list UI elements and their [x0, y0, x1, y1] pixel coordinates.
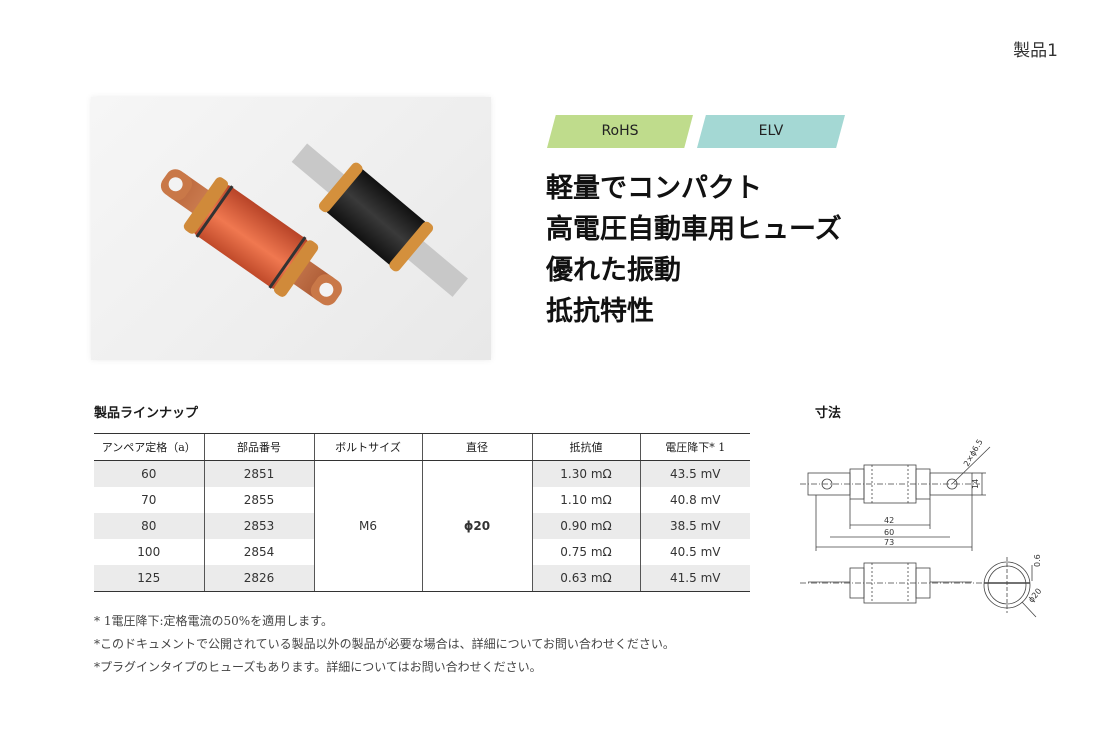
cell-resistance: 1.10 mΩ [531, 487, 640, 513]
dim-73: 73 [884, 538, 894, 547]
header-part: 部品番号 [203, 433, 314, 461]
cell-drop: 40.5 mV [639, 539, 750, 565]
header-ampere: アンペア定格（a） [94, 433, 204, 461]
notes: * 1電圧降下:定格電流の50%を適用します。 *このドキュメントで公開されてい… [94, 610, 675, 679]
cell-drop: 38.5 mV [639, 513, 750, 539]
dim-thickness: 0.6 [1033, 554, 1042, 567]
cell-part: 2853 [203, 513, 314, 539]
dim-diameter: ϕ20 [1027, 587, 1044, 605]
lineup-table: アンペア定格（a） 部品番号 ボルトサイズ 直径 抵抗値 電圧降下* 1 60 … [94, 433, 750, 592]
lineup-title: 製品ラインナップ [94, 406, 199, 421]
cell-part: 2854 [203, 539, 314, 565]
cell-drop: 41.5 mV [639, 565, 750, 592]
cell-ampere: 100 [137, 545, 161, 559]
cell-resistance: 1.30 mΩ [531, 460, 640, 487]
table-row: 60 2851 M6 ϕ20 1.30 mΩ 43.5 mV [94, 460, 750, 592]
dimension-drawing: 42 60 73 14 2×ϕ6.5 0.6 ϕ20 [800, 438, 1044, 618]
dim-42: 42 [884, 516, 894, 525]
cell-part: 2851 [203, 460, 314, 487]
cell-drop: 40.8 mV [639, 487, 750, 513]
headline-line: 優れた振動 [546, 255, 681, 286]
header-bolt: ボルトサイズ [313, 433, 422, 461]
header-resistance: 抵抗値 [531, 433, 640, 461]
cell-resistance: 0.90 mΩ [531, 513, 640, 539]
cell-drop: 43.5 mV [639, 460, 750, 487]
dim-60: 60 [884, 528, 894, 537]
elv-badge: ELV [697, 115, 845, 148]
cell-ampere: 70 [141, 493, 157, 507]
headline-line: 高電圧自動車用ヒューズ [546, 214, 842, 245]
cell-resistance: 0.63 mΩ [531, 565, 640, 592]
product-photo [91, 97, 491, 360]
header-diameter: 直径 [421, 433, 532, 461]
cell-diameter: ϕ20 [421, 460, 532, 592]
dim-height: 14 [971, 479, 980, 489]
header-drop: 電圧降下* 1 [639, 433, 750, 461]
headline: 軽量でコンパクト 高電圧自動車用ヒューズ 優れた振動 抵抗特性 [546, 168, 842, 332]
headline-line: 抵抗特性 [546, 296, 654, 327]
cell-part: 2855 [203, 487, 314, 513]
rohs-badge: RoHS [547, 115, 693, 148]
cell-bolt: M6 [313, 460, 422, 592]
cell-resistance: 0.75 mΩ [531, 539, 640, 565]
note-line: *プラグインタイプのヒューズもあります。詳細についてはお問い合わせください。 [94, 660, 542, 674]
dimensions-title: 寸法 [815, 406, 842, 421]
cell-ampere: 60 [94, 460, 204, 487]
cell-ampere: 125 [94, 565, 204, 592]
page-label: 製品1 [1013, 41, 1058, 61]
note-line: * 1電圧降下:定格電流の50%を適用します。 [94, 614, 333, 628]
table-header-row: アンペア定格（a） 部品番号 ボルトサイズ 直径 抵抗値 電圧降下* 1 [94, 433, 750, 461]
headline-line: 軽量でコンパクト [546, 173, 762, 204]
fuse-illustration [160, 143, 468, 306]
note-line: *このドキュメントで公開されている製品以外の製品が必要な場合は、詳細についてお問… [94, 637, 675, 651]
cell-part: 2826 [203, 565, 314, 592]
cell-ampere: 80 [94, 513, 204, 539]
